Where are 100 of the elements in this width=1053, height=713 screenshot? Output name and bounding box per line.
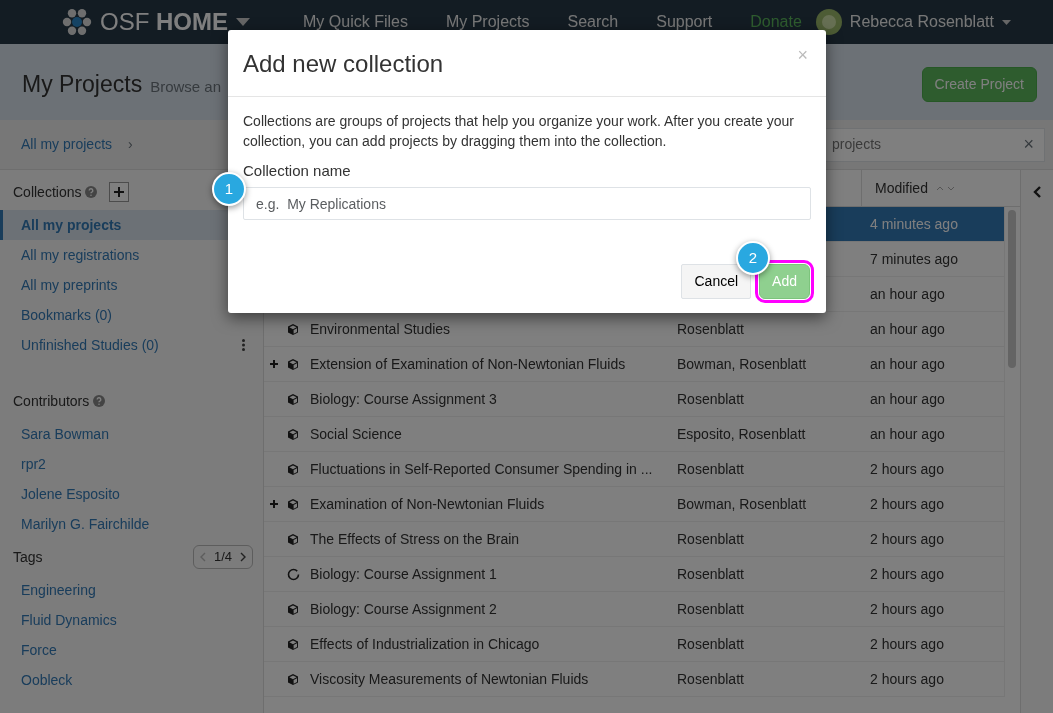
contributors-cell: Rosenblatt xyxy=(677,565,744,582)
cancel-button[interactable]: Cancel xyxy=(681,264,752,299)
table-row[interactable]: Biology: Course Assignment 3 Rosenblatt an hour ago xyxy=(264,382,1004,417)
table-row[interactable]: Effects of Industrialization in Chicago Rosenblatt 2 hours ago xyxy=(264,627,1004,662)
project-name[interactable]: Biology: Course Assignment 3 xyxy=(310,390,497,407)
cube-icon xyxy=(287,462,299,476)
table-row[interactable]: Viscosity Measurements of Newtonian Fluids Rosenblatt 2 hours ago xyxy=(264,662,1004,697)
caret-icon xyxy=(236,18,250,26)
more-icon[interactable] xyxy=(242,339,245,351)
modified-cell: 2 hours ago xyxy=(870,495,944,512)
table-row[interactable]: Fluctuations in Self-Reported Consumer Spending in ... Rosenblatt 2 hours ago xyxy=(264,452,1004,487)
add-collection-button[interactable] xyxy=(109,182,130,202)
contributors-cell: Rosenblatt xyxy=(677,530,744,547)
donate-link[interactable]: Donate xyxy=(750,10,802,34)
cube-icon xyxy=(287,392,299,406)
field-label: Collection name xyxy=(243,160,352,181)
table-row[interactable]: The Effects of Stress on the Brain Rosenblatt 2 hours ago xyxy=(264,522,1004,557)
modified-cell: an hour ago xyxy=(870,320,945,337)
tag-link[interactable]: Engineering xyxy=(21,579,96,601)
collection-name-field[interactable]: e.g. My Replications xyxy=(243,187,811,221)
project-name[interactable]: Biology: Course Assignment 2 xyxy=(310,600,497,617)
modified-cell: 7 minutes ago xyxy=(870,250,958,267)
project-name[interactable]: The Effects of Stress on the Brain xyxy=(310,530,520,547)
nav-link[interactable]: My Quick Files xyxy=(303,10,408,34)
project-name[interactable]: Effects of Industrialization in Chicago xyxy=(310,635,540,652)
column-header[interactable]: Modified xyxy=(861,170,956,206)
breadcrumb-separator: › xyxy=(128,135,133,154)
modified-cell: an hour ago xyxy=(870,285,945,302)
tag-link[interactable]: Force xyxy=(21,639,57,661)
cube-icon xyxy=(287,322,299,336)
breadcrumb-link[interactable]: All my projects xyxy=(21,134,113,155)
nav-link[interactable]: Support xyxy=(656,10,713,34)
cube-icon xyxy=(287,497,299,511)
project-name[interactable]: Extension of Examination of Non-Newtonian Fluids xyxy=(310,355,626,372)
table-row[interactable]: Biology: Course Assignment 2 Rosenblatt 2 hours ago xyxy=(264,592,1004,627)
collapse-icon[interactable] xyxy=(1033,186,1041,198)
table-row[interactable]: Social Science Esposito, Rosenblatt an hour ago xyxy=(264,417,1004,452)
project-name[interactable]: Social Science xyxy=(310,425,402,442)
modified-cell: 4 minutes ago xyxy=(870,215,958,232)
contributor-link[interactable]: rpr2 xyxy=(21,453,46,475)
modified-cell: an hour ago xyxy=(870,425,945,442)
contributors-cell: Esposito, Rosenblatt xyxy=(677,425,806,442)
nav-link[interactable]: Search xyxy=(567,10,619,34)
project-name[interactable]: Biology: Course Assignment 1 xyxy=(310,565,497,582)
project-name[interactable]: Viscosity Measurements of Newtonian Fluids xyxy=(310,670,589,687)
cube-icon xyxy=(287,532,299,546)
expand-icon[interactable] xyxy=(270,360,278,368)
collection-item[interactable]: Unfinished Studies (0) xyxy=(0,330,263,360)
contributors-cell: Rosenblatt xyxy=(677,670,744,687)
section-title: Contributors xyxy=(13,391,90,411)
contributors-cell: Rosenblatt xyxy=(677,390,744,407)
contributors-cell: Rosenblatt xyxy=(677,600,744,617)
modified-cell: an hour ago xyxy=(870,355,945,372)
logo-icon xyxy=(62,7,92,37)
table-row[interactable]: Examination of Non-Newtonian Fluids Bowman, Rosenblatt 2 hours ago xyxy=(264,487,1004,522)
brand-logo[interactable]: OSF HOME xyxy=(62,4,250,40)
scrollbar-thumb[interactable] xyxy=(1008,210,1016,368)
page-subtitle: Browse an xyxy=(150,76,221,97)
modified-cell: 2 hours ago xyxy=(870,635,944,652)
caret-icon xyxy=(1001,19,1011,25)
sort-icon xyxy=(935,184,956,192)
page-title: My Projects xyxy=(22,69,143,99)
contributor-link[interactable]: Sara Bowman xyxy=(21,423,109,445)
contributors-cell: Rosenblatt xyxy=(677,460,744,477)
modified-cell: 2 hours ago xyxy=(870,670,944,687)
expand-icon[interactable] xyxy=(270,500,278,508)
project-name[interactable]: Fluctuations in Self-Reported Consumer Spending in ... xyxy=(310,460,653,477)
cube-icon xyxy=(287,357,299,371)
modal-title: Add new collection xyxy=(243,49,444,79)
project-name[interactable]: Examination of Non-Newtonian Fluids xyxy=(310,495,545,512)
contributor-link[interactable]: Marilyn G. Fairchilde xyxy=(21,513,150,535)
contributors-cell: Rosenblatt xyxy=(677,635,744,652)
contributors-cell: Bowman, Rosenblatt xyxy=(677,355,807,372)
project-name[interactable]: Environmental Studies xyxy=(310,320,451,337)
cube-icon xyxy=(287,637,299,651)
modal-description: Collections are groups of projects that help you organize your work. After you create your collection, you can add projects by dragging them into the collection. xyxy=(243,112,795,152)
chevron-left-icon xyxy=(199,552,206,562)
modified-cell: 2 hours ago xyxy=(870,600,944,617)
plus-icon xyxy=(114,187,125,197)
modified-cell: an hour ago xyxy=(870,390,945,407)
tag-link[interactable]: Oobleck xyxy=(21,669,73,691)
table-row[interactable]: Biology: Course Assignment 1 Rosenblatt 2 hours ago xyxy=(264,557,1004,592)
section-title: Collections xyxy=(13,182,82,202)
contributor-link[interactable]: Jolene Esposito xyxy=(21,483,120,505)
cube-icon xyxy=(287,602,299,616)
nav-link[interactable]: My Projects xyxy=(445,10,530,34)
user-menu[interactable]: Rebecca Rosenblatt xyxy=(815,9,1011,35)
collection-item[interactable]: Bookmarks (0) xyxy=(0,300,263,330)
contributors-cell: Rosenblatt xyxy=(677,320,744,337)
table-row[interactable]: Extension of Examination of Non-Newtonian Fluids Bowman, Rosenblatt an hour ago xyxy=(264,347,1004,382)
clear-icon[interactable]: × xyxy=(1023,131,1034,158)
tag-link[interactable]: Fluid Dynamics xyxy=(21,609,117,631)
tags-pager[interactable]: 1/4 xyxy=(192,545,253,569)
section-title: Tags xyxy=(13,547,43,567)
spinner-icon xyxy=(286,567,300,581)
contributors-cell: Bowman, Rosenblatt xyxy=(677,495,807,512)
modified-cell: 2 hours ago xyxy=(870,460,944,477)
modified-cell: 2 hours ago xyxy=(870,565,944,582)
cube-icon xyxy=(287,672,299,686)
help-icon xyxy=(85,186,98,198)
